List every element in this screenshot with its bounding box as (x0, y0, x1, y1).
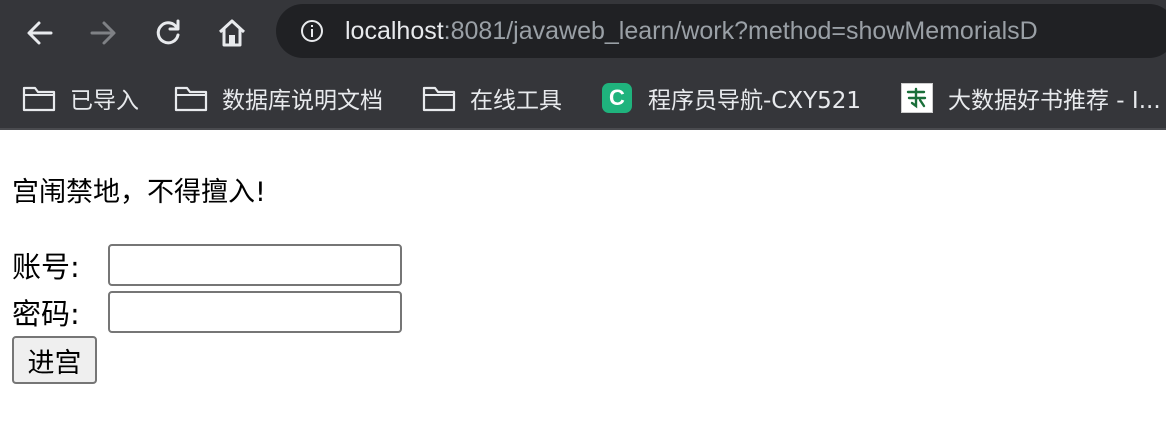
bookmark-db-docs[interactable]: 数据库说明文档 (174, 80, 383, 116)
reload-icon (156, 19, 180, 45)
arrow-left-icon (27, 21, 53, 45)
bookmark-cxy521[interactable]: C 程序员导航-CXY521 (600, 80, 861, 116)
info-icon[interactable] (300, 19, 324, 43)
browser-toolbar: localhost:8081/javaweb_learn/work?method… (0, 0, 1166, 66)
page-heading: 宫闱禁地，不得擅入! (12, 177, 266, 208)
folder-icon (422, 81, 456, 115)
cxy-logo-icon: C (600, 81, 634, 115)
address-bar[interactable]: localhost:8081/javaweb_learn/work?method… (276, 4, 1166, 58)
url-host: localhost (345, 17, 444, 45)
forward-button[interactable] (83, 13, 123, 53)
folder-icon (174, 81, 208, 115)
account-input[interactable] (108, 244, 402, 286)
account-row: 账号: (12, 244, 402, 286)
password-row: 密码: (12, 291, 402, 333)
bookmark-label: 数据库说明文档 (222, 88, 383, 114)
folder-icon (22, 81, 56, 115)
bookmark-label: 在线工具 (470, 88, 562, 114)
back-button[interactable] (20, 13, 60, 53)
password-label: 密码: (12, 297, 80, 331)
arrow-right-icon (90, 21, 116, 45)
bookmark-label: 大数据好书推荐 - I... (948, 88, 1161, 114)
bookmark-label: 已导入 (70, 88, 139, 114)
bookmarks-bar: 已导入 数据库说明文档 在线工具 C 程序员导航-CXY521 大数据好书推荐 … (0, 66, 1166, 130)
home-icon (218, 19, 246, 47)
reload-button[interactable] (148, 13, 188, 53)
page-content: 宫闱禁地，不得擅入! 账号: 密码: 进宫 (0, 132, 1166, 448)
bookmark-label: 程序员导航-CXY521 (648, 88, 862, 114)
bookmark-imported[interactable]: 已导入 (22, 80, 139, 116)
account-label: 账号: (12, 250, 80, 284)
home-button[interactable] (212, 13, 252, 53)
bookmark-bigdata-books[interactable]: 大数据好书推荐 - I... (900, 80, 1161, 116)
password-input[interactable] (108, 291, 402, 333)
enter-button[interactable]: 进宫 (12, 336, 97, 384)
url-path: :8081/javaweb_learn/work?method=showMemo… (443, 17, 1038, 45)
url-text: localhost:8081/javaweb_learn/work?method… (345, 16, 1038, 46)
book-favicon-icon (900, 81, 934, 115)
bookmark-online-tools[interactable]: 在线工具 (422, 80, 562, 116)
